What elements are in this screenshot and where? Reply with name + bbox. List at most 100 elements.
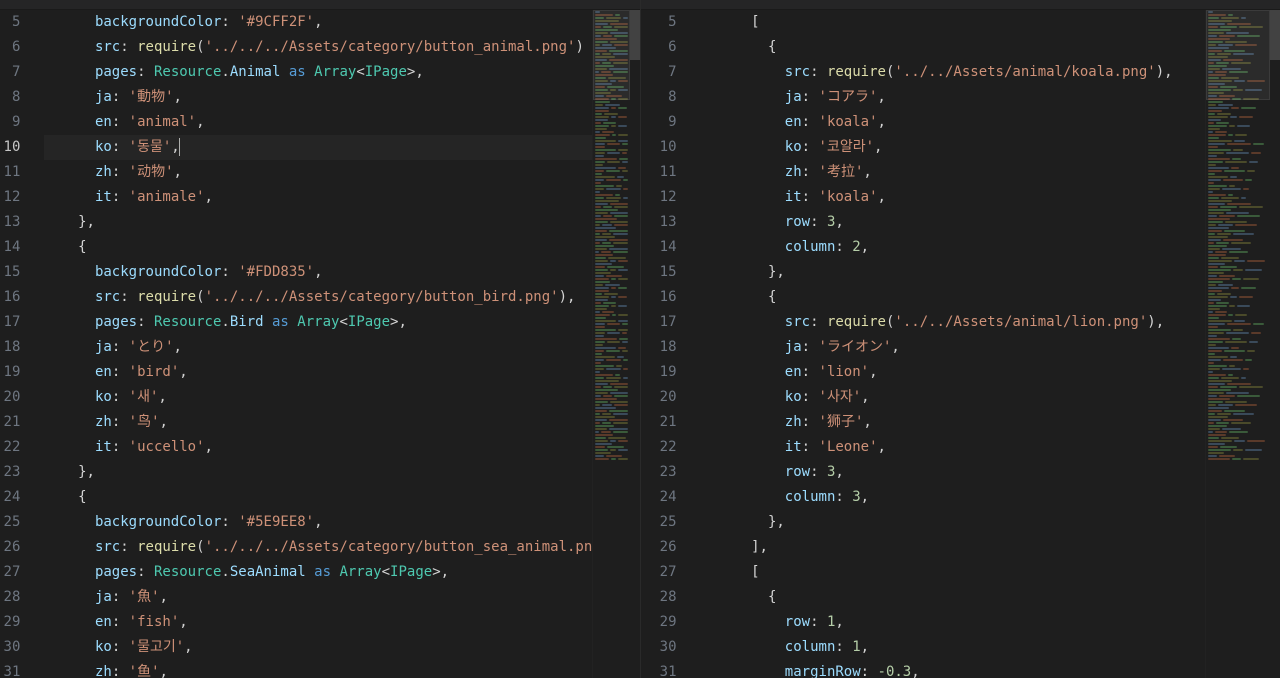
line-number[interactable]: 19	[0, 360, 20, 385]
line-number[interactable]: 7	[641, 60, 677, 85]
line-number[interactable]: 13	[641, 210, 677, 235]
line-number[interactable]: 9	[641, 110, 677, 135]
code-line[interactable]: src: require('../../Assets/animal/lion.p…	[701, 310, 1206, 335]
line-number[interactable]: 27	[641, 560, 677, 585]
code-line[interactable]: {	[44, 485, 592, 510]
code-line[interactable]: ja: 'コアラ',	[701, 85, 1206, 110]
line-number[interactable]: 30	[641, 635, 677, 660]
code-line[interactable]: },	[701, 510, 1206, 535]
code-line[interactable]: ja: '魚',	[44, 585, 592, 610]
code-line[interactable]: [	[701, 10, 1206, 35]
line-number[interactable]: 10	[0, 135, 20, 160]
line-number[interactable]: 21	[641, 410, 677, 435]
line-number[interactable]: 27	[0, 560, 20, 585]
code-line[interactable]: ja: 'とり',	[44, 335, 592, 360]
code-line[interactable]: zh: '动物',	[44, 160, 592, 185]
code-line[interactable]: en: 'animal',	[44, 110, 592, 135]
line-number[interactable]: 18	[0, 335, 20, 360]
code-line[interactable]: pages: Resource.Bird as Array<IPage>,	[44, 310, 592, 335]
scrollbar-left[interactable]	[630, 10, 640, 678]
line-number[interactable]: 30	[0, 635, 20, 660]
code-line[interactable]: {	[44, 235, 592, 260]
code-line[interactable]: ja: 'ライオン',	[701, 335, 1206, 360]
code-line[interactable]: en: 'fish',	[44, 610, 592, 635]
line-number[interactable]: 11	[641, 160, 677, 185]
code-line[interactable]: ko: '물고기',	[44, 635, 592, 660]
code-line[interactable]: pages: Resource.Animal as Array<IPage>,	[44, 60, 592, 85]
line-number[interactable]: 29	[641, 610, 677, 635]
code-line[interactable]: {	[701, 585, 1206, 610]
code-line[interactable]: en: 'lion',	[701, 360, 1206, 385]
line-number[interactable]: 31	[0, 660, 20, 678]
line-number[interactable]: 21	[0, 410, 20, 435]
line-gutter-left[interactable]: 5678910111213141516171819202122232425262…	[0, 10, 34, 678]
line-number[interactable]: 16	[641, 285, 677, 310]
line-number[interactable]: 17	[0, 310, 20, 335]
line-number[interactable]: 28	[641, 585, 677, 610]
minimap-viewport[interactable]	[1206, 10, 1270, 100]
code-line[interactable]: ko: '동물',	[44, 135, 592, 160]
code-line[interactable]: zh: '鱼',	[44, 660, 592, 678]
code-line[interactable]: },	[44, 210, 592, 235]
code-line[interactable]: column: 1,	[701, 635, 1206, 660]
code-line[interactable]: marginRow: -0.3,	[701, 660, 1206, 678]
line-number[interactable]: 24	[0, 485, 20, 510]
code-area-right[interactable]: [ { src: require('../../Assets/animal/ko…	[691, 10, 1206, 678]
line-number[interactable]: 31	[641, 660, 677, 678]
code-line[interactable]: it: 'Leone',	[701, 435, 1206, 460]
line-number[interactable]: 25	[0, 510, 20, 535]
line-number[interactable]: 23	[641, 460, 677, 485]
tabbar-left[interactable]	[0, 0, 640, 10]
code-line[interactable]: },	[701, 260, 1206, 285]
code-area-left[interactable]: backgroundColor: '#9CFF2F', src: require…	[34, 10, 592, 678]
code-line[interactable]: src: require('../../Assets/animal/koala.…	[701, 60, 1206, 85]
line-number[interactable]: 22	[641, 435, 677, 460]
line-number[interactable]: 5	[0, 10, 20, 35]
code-line[interactable]: it: 'koala',	[701, 185, 1206, 210]
code-line[interactable]: ja: '動物',	[44, 85, 592, 110]
line-number[interactable]: 24	[641, 485, 677, 510]
line-number[interactable]: 11	[0, 160, 20, 185]
minimap-right[interactable]	[1205, 10, 1270, 678]
line-number[interactable]: 26	[0, 535, 20, 560]
code-line[interactable]: ko: '새',	[44, 385, 592, 410]
code-line[interactable]: {	[701, 285, 1206, 310]
code-line[interactable]: src: require('../../../Assets/category/b…	[44, 535, 592, 560]
code-line[interactable]: zh: '鸟',	[44, 410, 592, 435]
line-number[interactable]: 15	[641, 260, 677, 285]
line-number[interactable]: 18	[641, 335, 677, 360]
line-number[interactable]: 12	[641, 185, 677, 210]
line-number[interactable]: 20	[0, 385, 20, 410]
line-number[interactable]: 13	[0, 210, 20, 235]
line-number[interactable]: 23	[0, 460, 20, 485]
tabbar-right[interactable]	[641, 0, 1280, 10]
code-line[interactable]: row: 1,	[701, 610, 1206, 635]
line-number[interactable]: 19	[641, 360, 677, 385]
line-number[interactable]: 14	[641, 235, 677, 260]
code-line[interactable]: src: require('../../../Assets/category/b…	[44, 285, 592, 310]
line-number[interactable]: 16	[0, 285, 20, 310]
code-line[interactable]: backgroundColor: '#5E9EE8',	[44, 510, 592, 535]
code-line[interactable]: pages: Resource.SeaAnimal as Array<IPage…	[44, 560, 592, 585]
code-line[interactable]: zh: '狮子',	[701, 410, 1206, 435]
code-line[interactable]: en: 'koala',	[701, 110, 1206, 135]
scrollbar-thumb[interactable]	[1270, 10, 1280, 60]
code-line[interactable]: it: 'animale',	[44, 185, 592, 210]
line-number[interactable]: 8	[0, 85, 20, 110]
code-line[interactable]: backgroundColor: '#9CFF2F',	[44, 10, 592, 35]
line-number[interactable]: 7	[0, 60, 20, 85]
editor-body-left[interactable]: 5678910111213141516171819202122232425262…	[0, 10, 640, 678]
line-number[interactable]: 25	[641, 510, 677, 535]
line-number[interactable]: 22	[0, 435, 20, 460]
line-number[interactable]: 6	[0, 35, 20, 60]
code-line[interactable]: ],	[701, 535, 1206, 560]
code-line[interactable]: row: 3,	[701, 210, 1206, 235]
line-number[interactable]: 14	[0, 235, 20, 260]
code-line[interactable]: it: 'uccello',	[44, 435, 592, 460]
line-number[interactable]: 28	[0, 585, 20, 610]
code-line[interactable]: [	[701, 560, 1206, 585]
line-number[interactable]: 12	[0, 185, 20, 210]
minimap-viewport[interactable]	[593, 10, 629, 100]
line-number[interactable]: 29	[0, 610, 20, 635]
code-line[interactable]: backgroundColor: '#FDD835',	[44, 260, 592, 285]
